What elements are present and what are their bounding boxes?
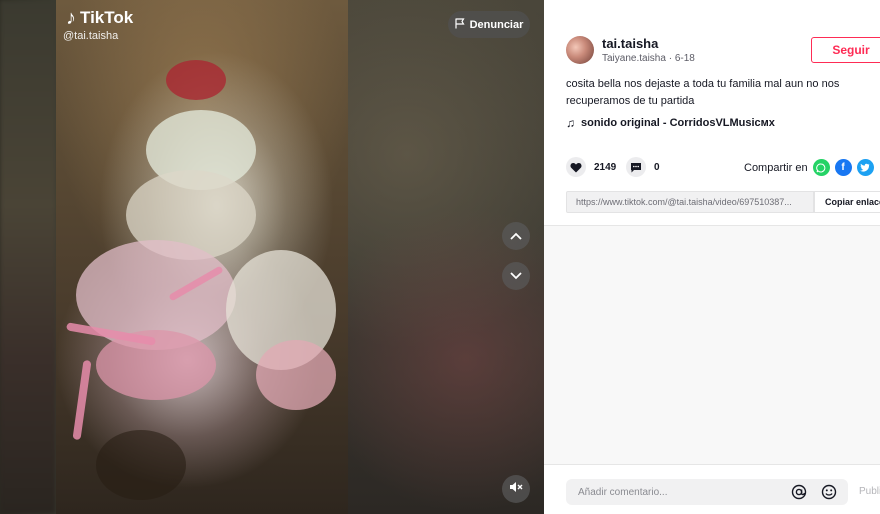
avatar[interactable] [566, 36, 594, 64]
tiktok-logo-text: TikTok [80, 8, 134, 27]
music-title: sonido original - CorridosVLMusicмx [581, 117, 775, 129]
flower-arrangement [256, 340, 336, 410]
author-username[interactable]: tai.taisha [602, 36, 658, 51]
video-watermark-user: @tai.taisha [63, 30, 119, 42]
comment-count: 0 [654, 161, 660, 173]
music-link[interactable]: ♫ sonido original - CorridosVLMusicмx [566, 116, 775, 130]
whatsapp-icon[interactable] [812, 159, 830, 176]
flower-arrangement [166, 60, 226, 100]
share-row: Compartir en f [744, 159, 874, 176]
author-subline: Taiyane.taisha · 6-18 [602, 53, 695, 64]
video-player[interactable] [56, 0, 348, 514]
details-panel: tai.taisha Taiyane.taisha · 6-18 Seguir … [544, 0, 880, 514]
mention-icon[interactable] [789, 482, 809, 502]
comment-icon[interactable] [626, 157, 646, 177]
copy-link-button[interactable]: Copiar enlace [814, 191, 880, 213]
like-count: 2149 [594, 161, 617, 173]
video-background-blur-left [0, 0, 56, 514]
tiktok-note-icon: ♪ [66, 7, 76, 29]
pink-ribbon [72, 359, 92, 441]
report-button[interactable]: Denunciar [448, 11, 530, 38]
video-area: ♪ TikTok @tai.taisha Denunciar [0, 0, 544, 514]
chevron-down-icon [510, 267, 522, 285]
emoji-icon[interactable] [819, 482, 839, 502]
comments-area [544, 226, 880, 464]
publish-button[interactable]: Publicar [859, 486, 880, 497]
heart-icon[interactable] [566, 157, 586, 177]
chevron-up-icon [510, 227, 522, 245]
twitter-icon[interactable] [856, 159, 874, 176]
report-label: Denunciar [469, 18, 524, 31]
music-note-icon: ♫ [566, 116, 575, 130]
flag-icon [454, 17, 465, 32]
video-link-field[interactable]: https://www.tiktok.com/@tai.taisha/video… [566, 191, 814, 213]
next-video-button[interactable] [502, 262, 530, 290]
flower-arrangement [96, 330, 216, 400]
like-stat[interactable]: 2149 [566, 157, 616, 177]
facebook-icon[interactable]: f [834, 159, 852, 176]
comment-stat[interactable]: 0 [626, 157, 660, 177]
volume-muted-icon [509, 480, 523, 498]
post-info-section: tai.taisha Taiyane.taisha · 6-18 Seguir … [544, 0, 880, 226]
share-label: Compartir en [744, 161, 808, 174]
tiktok-logo: ♪ TikTok [66, 8, 133, 28]
shadow [96, 430, 186, 500]
follow-button[interactable]: Seguir [811, 37, 880, 63]
post-description: cosita bella nos dejaste a toda tu famil… [566, 78, 840, 107]
previous-video-button[interactable] [502, 222, 530, 250]
mute-button[interactable] [502, 475, 530, 503]
video-background-blur-right [348, 0, 544, 514]
